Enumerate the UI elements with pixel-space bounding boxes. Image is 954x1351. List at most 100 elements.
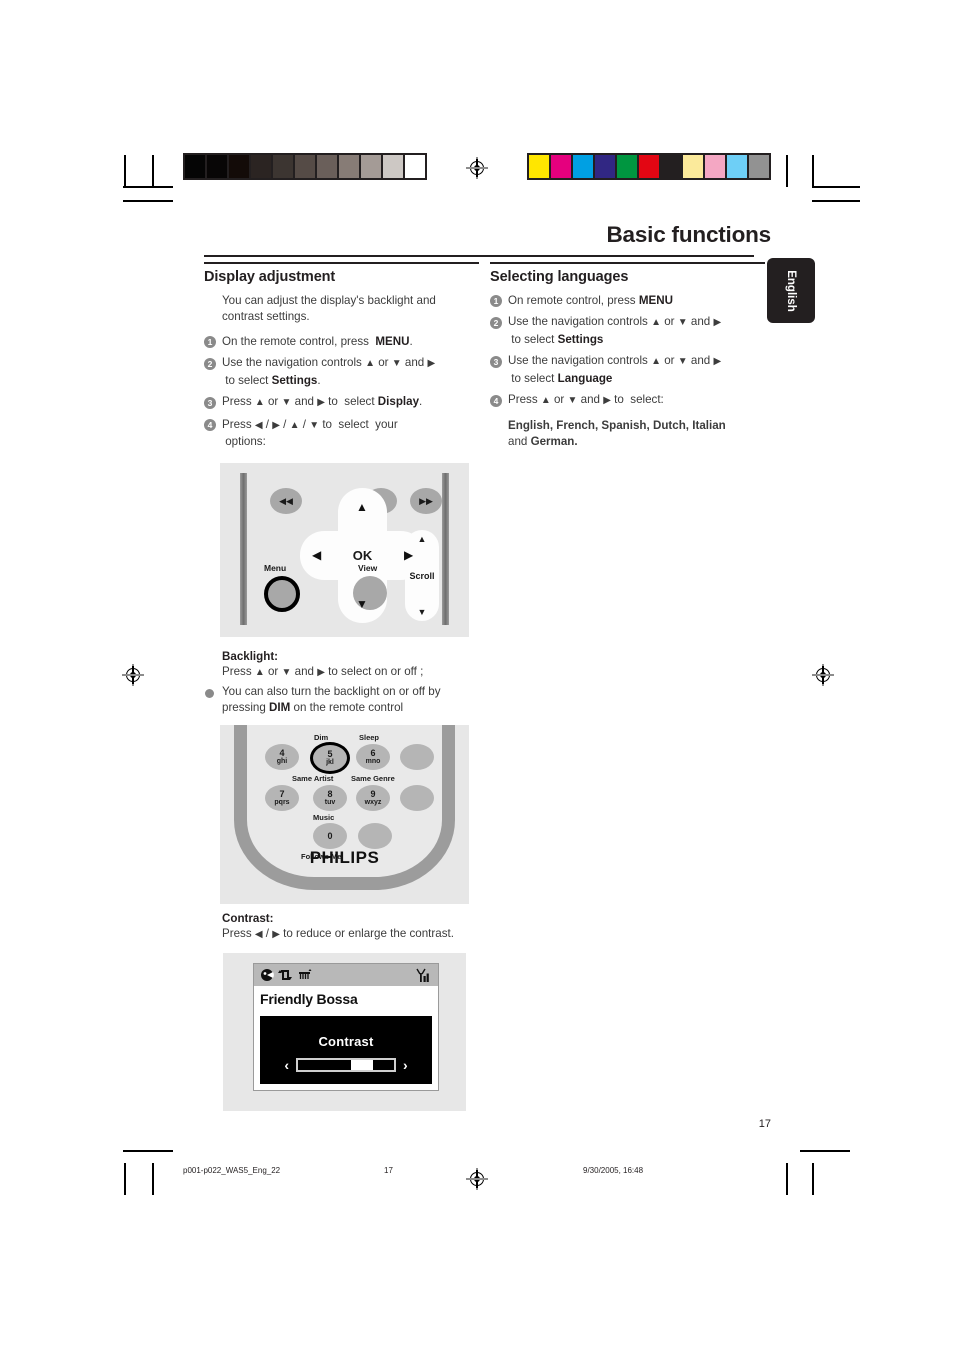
key-7[interactable]: 7 pqrs [265, 785, 299, 811]
display-adjustment-steps: 1 On the remote control, press MENU. 2 Use … [204, 334, 479, 451]
step-text: Press ▲ or ▼ and ▶ to select: [508, 393, 664, 406]
rewind-button[interactable]: ◀◀ [270, 488, 302, 514]
step-item: 3 Use the navigation controls ▲ or ▼ and … [490, 353, 765, 387]
step-item: 1 On the remote control, press MENU. [204, 334, 479, 351]
key-9-number: 9 [370, 789, 376, 799]
same-artist-label: Same Artist [292, 774, 334, 783]
step-text: Use the navigation controls ▲ or ▼ and ▶… [508, 354, 722, 385]
swatch-10 [403, 155, 425, 178]
step-number-badge: 2 [204, 357, 216, 370]
key-4-letters: ghi [276, 758, 288, 765]
step-item: 2 Use the navigation controls ▲ or ▼ and … [204, 355, 479, 389]
lcd-right-chevron-icon[interactable]: › [403, 1057, 408, 1073]
step-item: 4 Press ◀ / ▶ / ▲ / ▼ to select your opti… [204, 417, 479, 451]
repeat-icon [278, 970, 292, 980]
menu-label: Menu [264, 563, 287, 573]
lcd-left-chevron-icon[interactable]: ‹ [284, 1057, 289, 1073]
key-6[interactable]: 6 mno [356, 744, 390, 770]
step-text: Use the navigation controls ▲ or ▼ and ▶… [508, 315, 722, 346]
menu-button[interactable] [264, 576, 300, 612]
lcd-menu-panel: Contrast ‹ › [260, 1016, 432, 1084]
swatch-5 [637, 155, 659, 178]
display-adjustment-intro: You can adjust the display's backlight a… [222, 293, 436, 324]
swatch-7 [337, 155, 359, 178]
rewind-icon: ◀◀ [279, 495, 293, 506]
ok-button[interactable]: OK [340, 540, 385, 570]
step-number-badge: 4 [490, 394, 502, 407]
sleep-label: Sleep [359, 733, 380, 742]
swatch-2 [571, 155, 593, 178]
contrast-instruction: Press ◀ / ▶ to reduce or enlarge the con… [222, 927, 454, 940]
swatch-0 [185, 155, 205, 178]
lcd-now-playing-title: Friendly Bossa [254, 986, 438, 1012]
swatch-8 [359, 155, 381, 178]
backlight-bullet: You can also turn the backlight on or of… [204, 684, 479, 717]
key-8-number: 8 [327, 789, 333, 799]
signal-strength-icon [416, 968, 429, 982]
step-text: Press ◀ / ▶ / ▲ / ▼ to select your optio… [222, 417, 398, 449]
swatch-9 [725, 155, 747, 178]
swatch-4 [271, 155, 293, 178]
step-item: 1 On remote control, press MENU [490, 293, 765, 310]
registration-mark-bottom [466, 1168, 488, 1190]
footer-timestamp: 9/30/2005, 16:48 [583, 1166, 644, 1175]
scroll-down-icon[interactable]: ▼ [418, 607, 427, 617]
swatch-3 [593, 155, 615, 178]
key-5-number: 5 [327, 749, 333, 759]
step-number-badge: 3 [490, 355, 502, 368]
swatch-6 [315, 155, 337, 178]
swatch-0 [529, 155, 549, 178]
lcd-contrast-slider-row[interactable]: ‹ › [284, 1057, 407, 1073]
color-calibration-bar [527, 153, 771, 180]
contrast-heading: Contrast: [222, 912, 274, 925]
step-number-badge: 2 [490, 316, 502, 329]
backlight-block: Backlight: Press ▲ or ▼ and ▶ to select … [204, 650, 479, 717]
key-8[interactable]: 8 tuv [313, 785, 347, 811]
key-6-letters: mno [365, 758, 381, 765]
left-column: Display adjustment You can adjust the di… [204, 262, 479, 456]
lcd-contrast-thumb[interactable] [350, 1060, 373, 1070]
key-7-letters: pqrs [274, 799, 290, 806]
dpad-up-icon[interactable]: ▲ [356, 501, 368, 513]
dpad-down-icon[interactable]: ▼ [356, 598, 368, 610]
dpad-left-icon[interactable]: ◀ [312, 549, 321, 561]
figure-remote-keypad: Dim Sleep 4 ghi 5 jkl 6 mno Same Artist … [220, 725, 469, 904]
dpad-right-icon[interactable]: ▶ [404, 549, 413, 561]
step-number-badge: 4 [204, 419, 216, 431]
bullet-dot-icon [205, 688, 214, 698]
dim-label: Dim [314, 733, 329, 742]
display-adjustment-heading: Display adjustment [204, 268, 336, 285]
key-4[interactable]: 4 ghi [265, 744, 299, 770]
greyscale-calibration-bar [183, 153, 427, 180]
selecting-languages-heading: Selecting languages [490, 268, 629, 285]
scroll-control[interactable]: ▲ Scroll ▼ [405, 530, 439, 621]
key-4-number: 4 [279, 748, 285, 758]
lcd-contrast-track[interactable] [296, 1058, 396, 1072]
key-blank-top-right[interactable] [400, 744, 434, 770]
key-blank-bottom-right[interactable] [358, 823, 392, 849]
key-0[interactable]: 0 [313, 823, 347, 849]
antenna-small-icon [299, 969, 312, 979]
key-blank-mid-right[interactable] [400, 785, 434, 811]
swatch-5 [293, 155, 315, 178]
swatch-7 [681, 155, 703, 178]
figure-lcd-display: Friendly Bossa Contrast ‹ › [223, 953, 466, 1111]
step-item: 4 Press ▲ or ▼ and ▶ to select: [490, 392, 765, 410]
step-text: On the remote control, press MENU. [222, 334, 413, 348]
scroll-up-icon[interactable]: ▲ [418, 534, 427, 544]
selecting-languages-steps: 1 On remote control, press MENU 2 Use the n… [490, 293, 765, 410]
language-tab-label: English [785, 269, 797, 312]
key-0-number: 0 [327, 830, 333, 841]
swatch-8 [703, 155, 725, 178]
right-column: Selecting languages 1 On remote control, … [490, 262, 765, 451]
key-9[interactable]: 9 wxyz [356, 785, 390, 811]
registration-mark-top [466, 157, 488, 179]
page-number: 17 [758, 1118, 771, 1130]
scroll-label: Scroll [409, 570, 435, 581]
lcd-contrast-label: Contrast [318, 1034, 374, 1049]
step-text: On remote control, press MENU [508, 293, 673, 307]
key-5-dim[interactable]: 5 jkl [310, 742, 350, 774]
philips-logo: PHILIPS [309, 848, 380, 867]
swatch-6 [659, 155, 681, 178]
step-number-badge: 1 [490, 295, 502, 307]
